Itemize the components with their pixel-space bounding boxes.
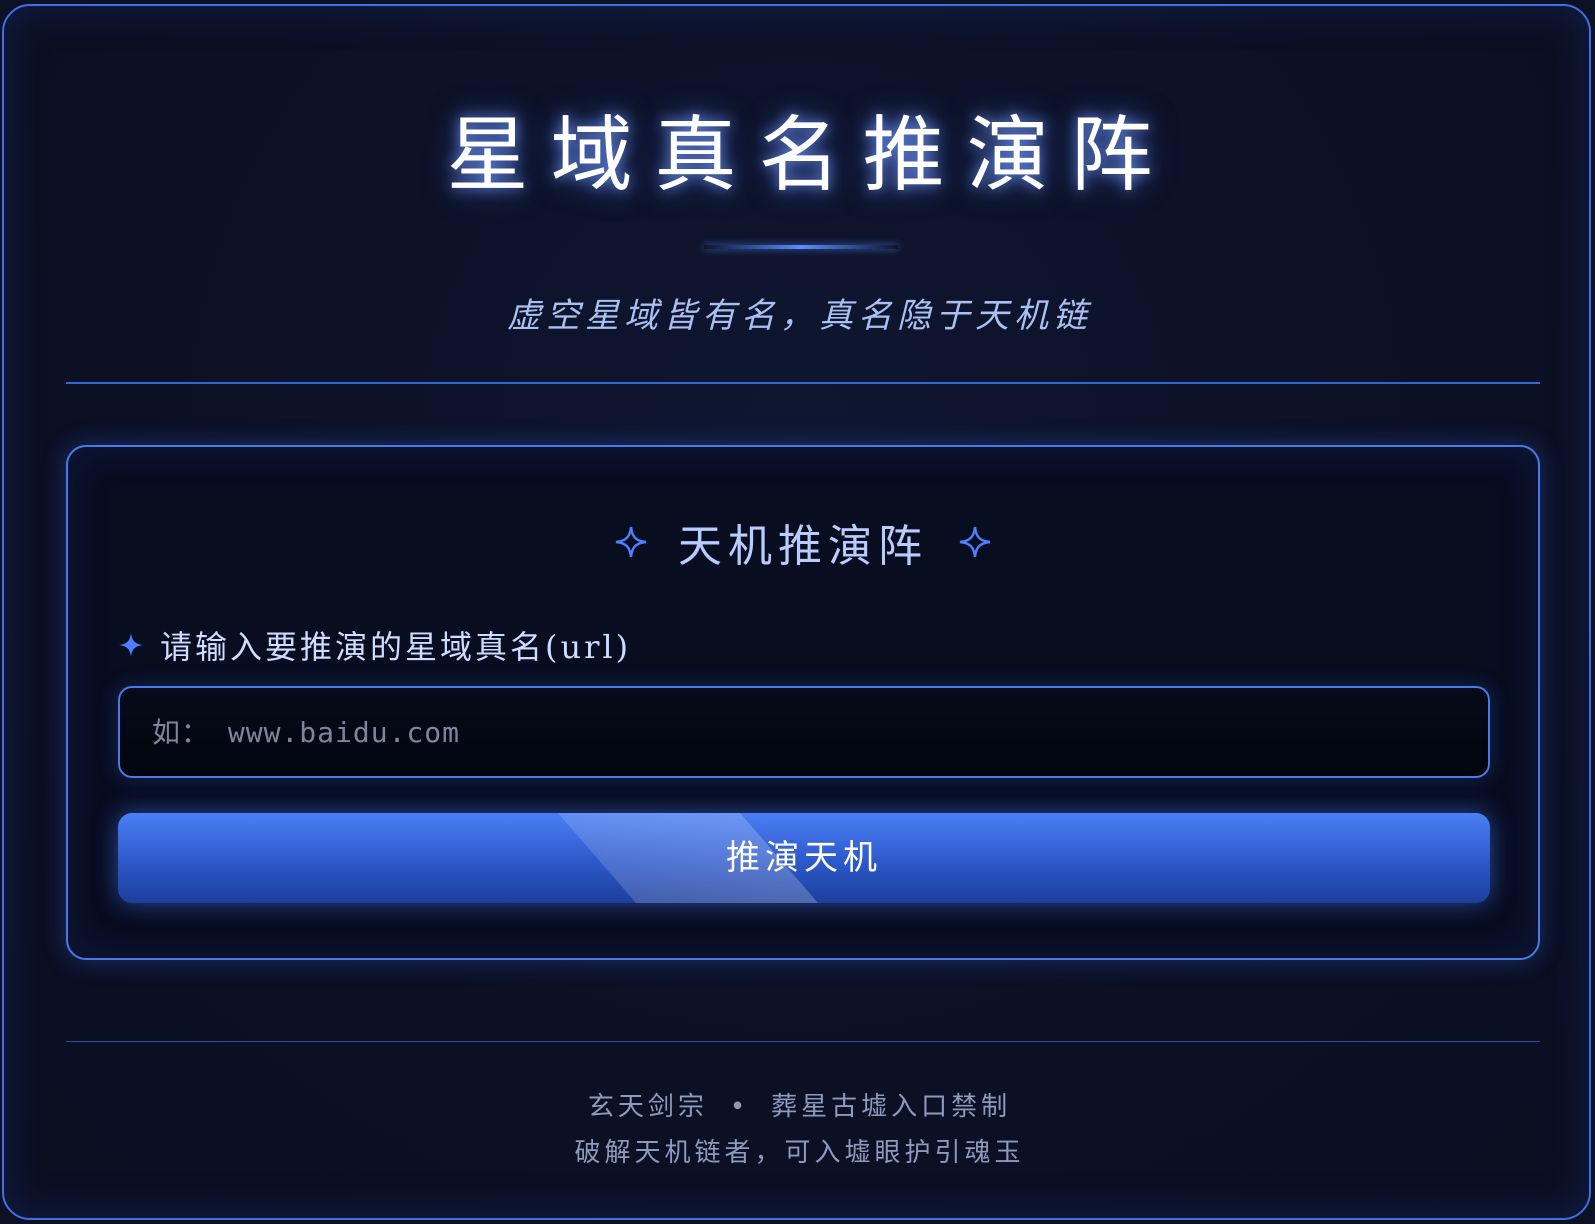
header-divider (66, 382, 1540, 384)
footer-location: 葬星古墟入口禁制 (771, 1092, 1012, 1122)
title-underline (704, 245, 898, 249)
footer-separator: • (729, 1092, 750, 1122)
main-panel: 星域真名推演阵 虚空星域皆有名，真名隐于天机链 天机推演阵 请输入要推演的星域真… (2, 4, 1591, 1220)
page-title: 星域真名推演阵 (446, 108, 1175, 203)
card-title: 天机推演阵 (678, 521, 928, 572)
query-card: 天机推演阵 请输入要推演的星域真名(url) 推演天机 (66, 445, 1540, 960)
url-field-label: 请输入要推演的星域真名(url) (118, 622, 631, 668)
footer-line-1: 玄天剑宗 • 葬星古墟入口禁制 (4, 1086, 1595, 1123)
footer-sect-name: 玄天剑宗 (587, 1092, 708, 1122)
footer-divider (66, 1041, 1540, 1042)
four-point-star-outline-icon (615, 526, 647, 558)
four-point-star-outline-icon (959, 526, 991, 558)
deduce-button[interactable]: 推演天机 (118, 813, 1490, 903)
four-point-star-filled-icon (119, 633, 143, 657)
deduce-button-label: 推演天机 (726, 838, 882, 878)
footer-line-2: 破解天机链者，可入墟眼护引魂玉 (574, 1138, 1025, 1168)
page-subtitle: 虚空星域皆有名，真名隐于天机链 (507, 296, 1092, 336)
url-input[interactable] (118, 686, 1490, 778)
url-field-label-text: 请输入要推演的星域真名(url) (160, 628, 632, 666)
card-header: 天机推演阵 (68, 510, 1538, 574)
